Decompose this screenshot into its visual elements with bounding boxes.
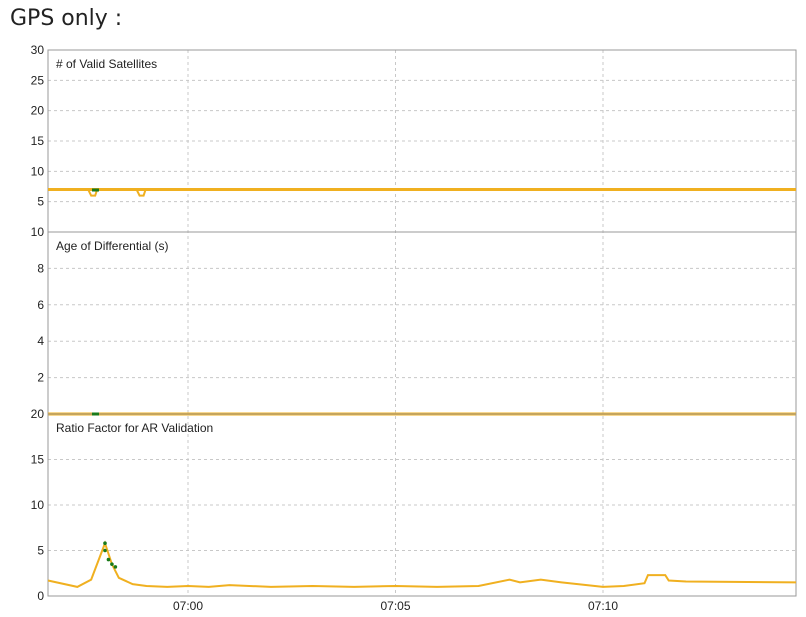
y-tick-label: 25	[31, 73, 45, 87]
x-tick-label: 07:10	[588, 599, 618, 613]
y-tick-label: 10	[31, 498, 45, 512]
y-tick-label: 8	[37, 261, 44, 275]
highlight-point	[103, 548, 107, 553]
chart-area: 07:00 07:05 07:1030252015105# of Valid Sat…	[31, 43, 797, 613]
y-tick-label: 20	[31, 104, 45, 118]
y-tick-label: 5	[37, 544, 44, 558]
y-tick-label: 10	[31, 225, 45, 239]
series-line	[47, 540, 797, 588]
y-tick-label: 0	[37, 589, 44, 603]
y-tick-label: 6	[37, 298, 44, 312]
y-tick-label: 2	[37, 371, 44, 385]
panel-title: Age of Differential (s)	[56, 239, 169, 253]
panel-title: Ratio Factor for AR Validation	[56, 421, 213, 435]
y-tick-label: 15	[31, 453, 45, 467]
y-tick-label: 30	[31, 43, 45, 57]
highlight-point	[106, 557, 111, 562]
highlight-point	[103, 541, 107, 546]
highlight-point	[110, 562, 114, 566]
y-tick-label: 10	[31, 164, 45, 178]
y-tick-label: 15	[31, 134, 45, 148]
x-tick-label: 07:05	[380, 599, 410, 613]
panel-title: # of Valid Satellites	[56, 57, 157, 71]
highlight-point	[113, 565, 118, 569]
panel-frame	[47, 231, 797, 415]
x-tick-label: 07:00	[173, 599, 203, 613]
y-tick-label: 5	[37, 195, 44, 209]
y-tick-label: 4	[37, 334, 44, 348]
y-tick-label: 20	[31, 407, 45, 421]
